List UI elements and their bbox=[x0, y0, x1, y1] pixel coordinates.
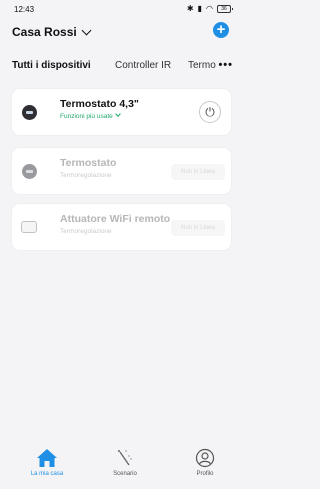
tab-thermo[interactable]: Termo bbox=[188, 60, 216, 71]
home-name: Casa Rossi bbox=[12, 25, 77, 39]
thermostat-icon bbox=[22, 105, 37, 120]
signal-icon: ▮ bbox=[197, 4, 203, 13]
wifi-icon: ◠ bbox=[206, 4, 213, 13]
status-time: 12:43 bbox=[14, 5, 35, 14]
device-subtitle: Termoregolazione bbox=[60, 172, 112, 179]
home-icon bbox=[37, 449, 57, 467]
status-icons: ✱ ▮ ◠ 36 bbox=[186, 4, 233, 14]
nav-scenario[interactable]: Scenario bbox=[95, 448, 155, 477]
home-selector[interactable]: Casa Rossi bbox=[12, 25, 229, 39]
tab-ir-controller[interactable]: Controller IR bbox=[115, 60, 171, 71]
more-tabs-icon[interactable]: ••• bbox=[218, 59, 233, 71]
power-icon: ⏻ bbox=[205, 105, 215, 119]
device-name: Attuatore WiFi remoto bbox=[60, 213, 171, 225]
battery-level: 36 bbox=[221, 6, 227, 12]
profile-icon bbox=[195, 448, 215, 468]
header: Casa Rossi + bbox=[12, 22, 229, 45]
nav-scenario-label: Scenario bbox=[113, 471, 137, 477]
device-card-thermostat[interactable]: Termostato Termoregolazione Non in Linea bbox=[12, 148, 231, 194]
nav-home-label: La mia casa bbox=[30, 471, 64, 477]
device-card-thermostat-43[interactable]: Termostato 4,3" Funzioni più usate ⏻ bbox=[12, 89, 231, 135]
offline-badge: Non in Linea bbox=[171, 164, 225, 180]
battery-icon: 36 bbox=[217, 5, 233, 13]
device-name: Termostato 4,3" bbox=[60, 98, 139, 110]
chevron-down-icon bbox=[81, 25, 92, 35]
bluetooth-icon: ✱ bbox=[186, 4, 194, 13]
device-subtitle: Termoregolazione bbox=[60, 228, 112, 235]
nav-home[interactable]: La mia casa bbox=[17, 448, 77, 477]
device-subtitle-text: Funzioni più usate bbox=[60, 113, 113, 120]
chevron-down-icon bbox=[114, 111, 121, 117]
power-button[interactable]: ⏻ bbox=[199, 101, 221, 123]
device-name: Termostato bbox=[60, 157, 117, 169]
actuator-icon bbox=[21, 221, 37, 233]
status-bar: 12:43 ✱ ▮ ◠ 36 bbox=[0, 0, 241, 18]
nav-profile-label: Profilo bbox=[196, 471, 214, 477]
device-tabs: Tutti i dispositivi Controller IR Termo … bbox=[12, 59, 237, 78]
scene-wand-icon bbox=[118, 450, 132, 466]
device-subtitle[interactable]: Funzioni più usate bbox=[60, 111, 121, 120]
thermostat-icon bbox=[22, 164, 37, 179]
nav-profile[interactable]: Profilo bbox=[175, 448, 235, 477]
tab-all-devices[interactable]: Tutti i dispositivi bbox=[12, 60, 91, 71]
add-device-button[interactable]: + bbox=[213, 22, 229, 38]
device-card-wifi-actuator[interactable]: Attuatore WiFi remoto Termoregolazione N… bbox=[12, 204, 231, 250]
bottom-nav: La mia casa Scenario Profilo bbox=[0, 442, 241, 489]
offline-badge: Non in Linea bbox=[171, 220, 225, 236]
